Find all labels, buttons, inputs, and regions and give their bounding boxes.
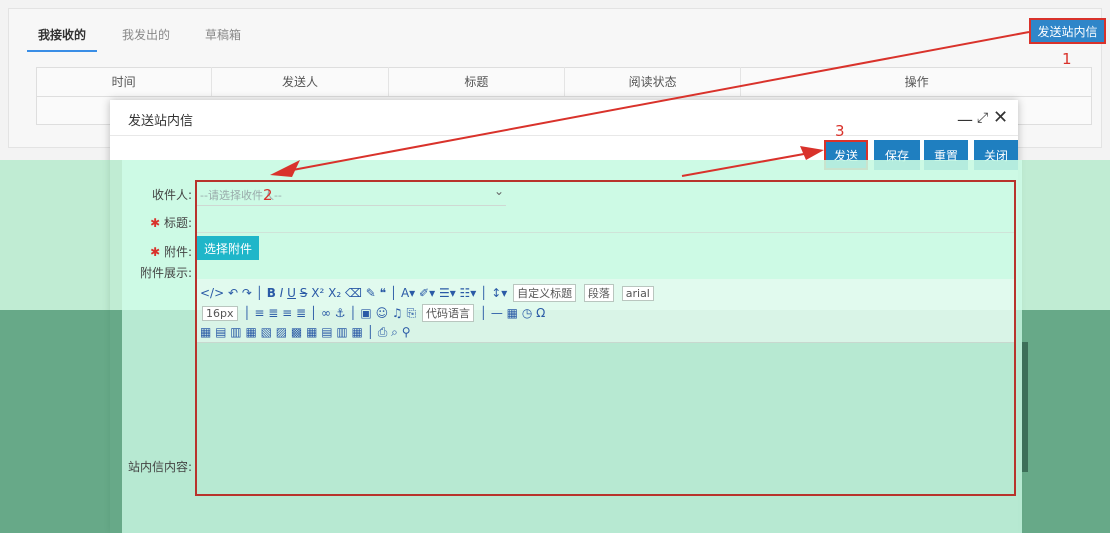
tab-drafts[interactable]: 草稿箱 <box>205 26 241 43</box>
table-header: 时间 发送人 标题 阅读状态 操作 <box>36 67 1092 97</box>
column-header-time: 时间 <box>36 67 213 96</box>
dialog-title: 发送站内信 <box>128 114 194 129</box>
tab-sent[interactable]: 我发出的 <box>122 26 170 43</box>
required-icon: ✱ <box>150 216 164 230</box>
attachment-display-label: 附件展示: <box>139 266 192 280</box>
column-header-actions: 操作 <box>904 75 929 89</box>
close-icon[interactable]: ✕ <box>993 107 1008 128</box>
annotation-step-3: 3 <box>835 122 845 140</box>
column-header-read-status: 阅读状态 <box>565 67 742 96</box>
active-tab-indicator <box>27 50 97 52</box>
required-icon: ✱ <box>150 245 164 259</box>
tab-inbox[interactable]: 我接收的 <box>38 26 86 43</box>
editor-scrollbar[interactable] <box>1022 342 1028 472</box>
column-header-sender: 发送人 <box>212 67 389 96</box>
dialog-divider <box>110 135 1018 136</box>
minimize-icon[interactable]: — <box>957 110 973 129</box>
attachment-label-text: 附件: <box>163 245 192 259</box>
annotation-step-1: 1 <box>1062 50 1072 68</box>
attachment-label: ✱ 附件: <box>112 243 192 260</box>
send-message-button[interactable]: 发送站内信 <box>1029 18 1106 44</box>
content-editor[interactable] <box>195 180 1016 496</box>
column-header-subject: 标题 <box>389 67 565 96</box>
subject-label-text: 标题: <box>163 216 192 230</box>
maximize-icon[interactable]: ⤢ <box>977 110 988 126</box>
subject-label: ✱ 标题: <box>112 214 192 231</box>
recipient-label: 收件人: <box>151 188 192 202</box>
content-label: 站内信内容: <box>127 460 192 474</box>
